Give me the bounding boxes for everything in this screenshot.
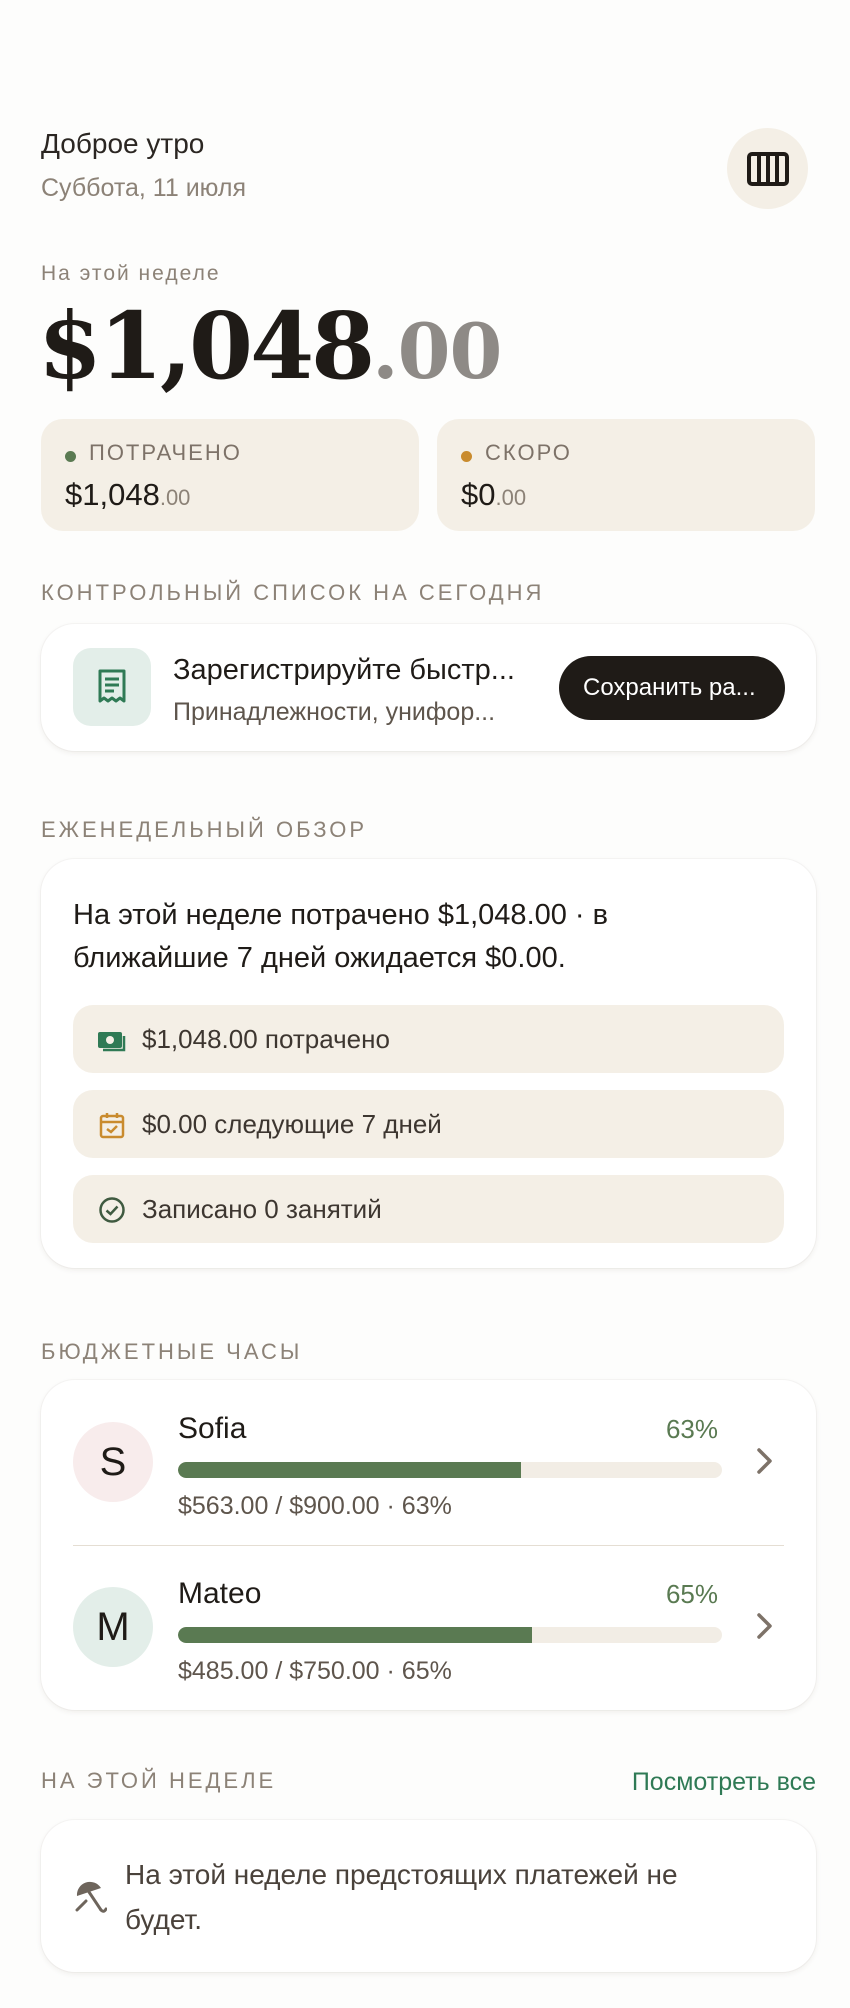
budget-person-name: Sofia [178,1412,247,1445]
spent-dot [65,451,76,462]
greeting: Доброе утро [41,128,205,159]
checklist-item-title: Зарегистрируйте быстр... [173,654,515,686]
week-total-amount: $1,048.00 [38,292,502,400]
cash-icon [97,1025,127,1055]
budget-title: БЮДЖЕТНЫЕ ЧАСЫ [41,1339,303,1364]
checklist-icon-tile [73,648,151,726]
budget-progress-fill [178,1462,521,1478]
upcoming-dot [461,451,472,462]
checklist-item-subtitle: Принадлежности, унифор... [173,698,496,726]
budget-progress-fill [178,1627,532,1643]
upcoming-cents: .00 [495,485,527,510]
budget-person-name: Mateo [178,1577,262,1610]
upcoming-payments-card: На этой неделе предстоящих платежей не б… [41,1820,816,1972]
no-payments-text: На этой неделе предстоящих платежей не б… [125,1859,678,1935]
budget-progress-track [178,1462,722,1478]
calendar-check-icon [97,1110,127,1140]
budget-percent: 65% [665,1579,718,1609]
overview-pill-sessions: Записано 0 занятий [73,1175,784,1243]
save-expense-button[interactable]: Сохранить ра... [559,656,785,720]
overview-summary-text: На этой неделе потрачено $1,048.00 · в б… [73,899,609,974]
spent-label: ПОТРАЧЕНО [89,440,242,465]
upcoming-label: СКОРО [485,440,572,465]
checklist-title: КОНТРОЛЬНЫЙ СПИСОК НА СЕГОДНЯ [41,580,545,605]
upcoming-main: $0 [461,477,496,512]
avatar: M [73,1587,153,1667]
budget-row-sofia[interactable]: S Sofia 63% $563.00 / $900.00 · 63% [41,1380,816,1545]
chevron-right-icon [757,1448,772,1474]
budget-percent: 63% [665,1414,718,1444]
spent-value: $1,048.00 [65,477,190,513]
checklist-item[interactable]: Зарегистрируйте быстр... Принадлежности,… [41,624,816,751]
see-all-link[interactable]: Посмотреть все [632,1768,816,1797]
this-week-title: НА ЭТОЙ НЕДЕЛЕ [41,1768,277,1793]
overview-pill-spent: $1,048.00 потрачено [73,1005,784,1073]
overview-pill-upcoming-text: $0.00 следующие 7 дней [142,1109,442,1139]
current-date: Суббота, 11 июля [41,174,246,202]
calendar-button[interactable] [727,128,808,209]
receipt-icon [98,669,126,703]
check-circle-icon [97,1195,127,1225]
avatar: S [73,1422,153,1502]
overview-pill-spent-text: $1,048.00 потрачено [142,1024,390,1054]
budget-row-mateo[interactable]: M Mateo 65% $485.00 / $750.00 · 65% [41,1545,816,1710]
budget-detail: $563.00 / $900.00 · 63% [178,1492,452,1520]
upcoming-value: $0.00 [461,477,526,513]
budget-card: S Sofia 63% $563.00 / $900.00 · 63% M Ma… [41,1380,816,1710]
spent-cents: .00 [159,485,191,510]
umbrella-icon [75,1881,107,1913]
overview-pill-sessions-text: Записано 0 занятий [142,1194,382,1224]
week-total-cents: .00 [372,307,502,396]
budget-progress-track [178,1627,722,1643]
week-total-main: $1,048 [38,292,375,400]
overview-title: ЕЖЕНЕДЕЛЬНЫЙ ОБЗОР [41,817,368,842]
spent-stat-card[interactable]: ПОТРАЧЕНО $1,048.00 [41,419,419,531]
spent-main: $1,048 [65,477,160,512]
home-screen: Доброе утро Суббота, 11 июля На этой нед… [0,0,850,2008]
upcoming-stat-card[interactable]: СКОРО $0.00 [437,419,815,531]
weekly-overview-card: На этой неделе потрачено $1,048.00 · в б… [41,859,816,1268]
calendar-columns-icon [746,151,789,186]
budget-detail: $485.00 / $750.00 · 65% [178,1657,452,1685]
overview-pill-upcoming: $0.00 следующие 7 дней [73,1090,784,1158]
week-label: На этой неделе [41,262,221,285]
chevron-right-icon [757,1613,772,1639]
